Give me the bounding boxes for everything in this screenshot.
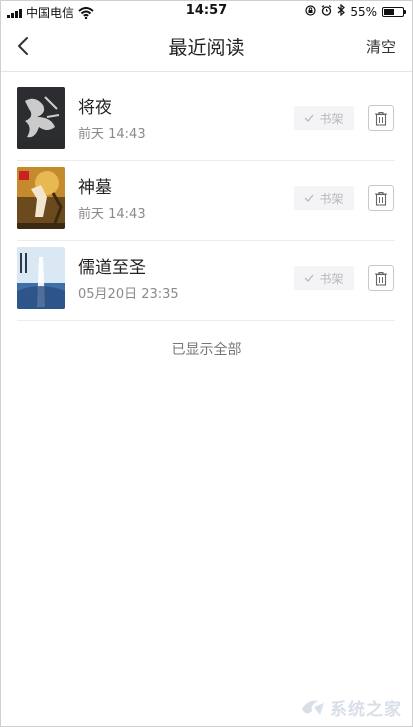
page-title: 最近阅读 (168, 37, 245, 59)
battery-icon (382, 6, 406, 17)
delete-button[interactable] (368, 265, 394, 291)
alarm-icon (321, 4, 332, 19)
book-item[interactable]: 神墓 前天 14:43 书架 (17, 161, 395, 241)
last-read-time: 前天 14:43 (78, 207, 146, 222)
delete-button[interactable] (368, 105, 394, 131)
delete-button[interactable] (368, 185, 394, 211)
shelf-label: 书架 (319, 191, 344, 206)
bluetooth-icon (337, 3, 346, 19)
last-read-time: 前天 14:43 (78, 127, 146, 142)
shelf-label: 书架 (319, 111, 344, 126)
book-cover[interactable] (17, 167, 65, 229)
book-title: 儒道至圣 (78, 258, 146, 278)
nav-bar: 最近阅读 清空 (1, 21, 412, 72)
clear-button[interactable]: 清空 (366, 36, 396, 57)
book-title: 神墓 (78, 178, 112, 198)
check-icon (305, 194, 314, 202)
watermark-icon (302, 700, 324, 715)
check-icon (305, 114, 314, 122)
add-to-shelf-button[interactable]: 书架 (294, 106, 354, 130)
battery-level (384, 8, 394, 15)
status-bar: 中国电信 14:57 55% (1, 1, 412, 21)
add-to-shelf-button[interactable]: 书架 (294, 266, 354, 290)
recent-reading-list: 将夜 前天 14:43 书架 神墓 前天 14:43 书架 儒道至圣 05月20… (17, 81, 395, 321)
check-icon (305, 274, 314, 282)
trash-icon (375, 271, 387, 286)
end-of-list-note: 已显示全部 (171, 342, 242, 358)
watermark-text: 系统之家 (330, 700, 402, 720)
shelf-label: 书架 (319, 271, 344, 286)
watermark-logo: 系统之家 (300, 695, 402, 720)
status-right: 55% (305, 3, 406, 19)
trash-icon (375, 111, 387, 126)
trash-icon (375, 191, 387, 206)
add-to-shelf-button[interactable]: 书架 (294, 186, 354, 210)
battery-percent: 55% (350, 4, 377, 19)
book-cover[interactable] (17, 87, 65, 149)
app-screen: 中国电信 14:57 55% 最近阅读 清空 将夜 前天 14:43 书架 神墓… (0, 0, 413, 727)
book-item[interactable]: 儒道至圣 05月20日 23:35 书架 (17, 241, 395, 321)
book-title: 将夜 (78, 98, 112, 118)
book-item[interactable]: 将夜 前天 14:43 书架 (17, 81, 395, 161)
last-read-time: 05月20日 23:35 (78, 287, 179, 302)
book-cover[interactable] (17, 247, 65, 309)
rotation-lock-icon (305, 4, 316, 19)
